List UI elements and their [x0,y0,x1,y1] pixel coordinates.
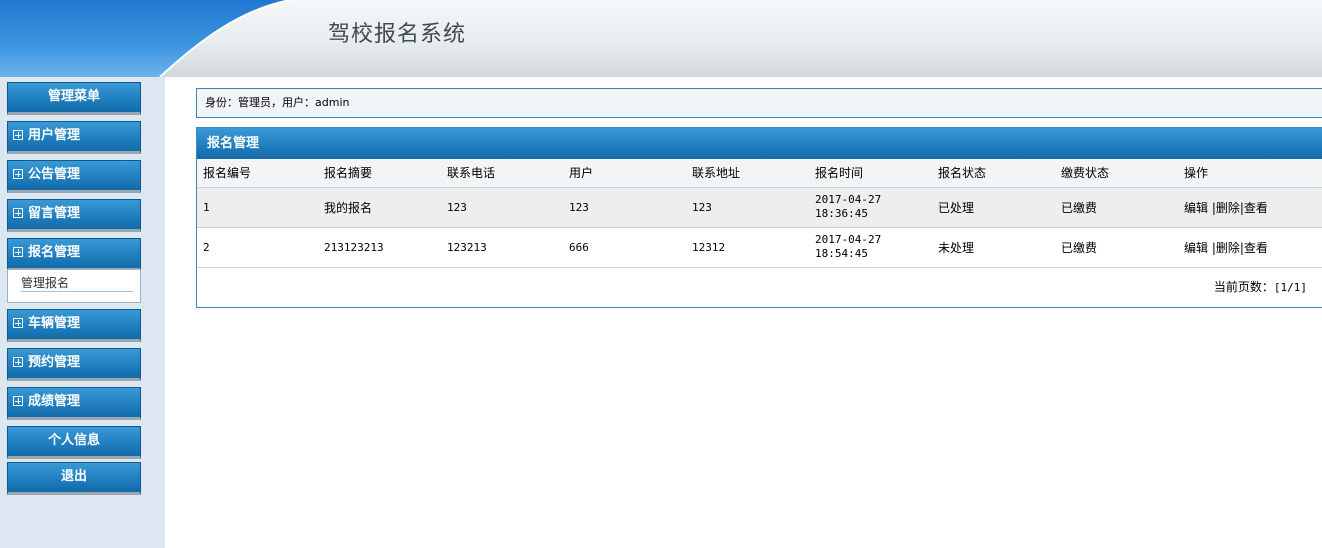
registration-panel: 报名管理 报名编号 报名摘要 联系电话 用户 联系地址 报名时间 报名状态 缴费… [196,127,1322,308]
sidebar-item-appointments[interactable]: 预约管理 [7,348,141,381]
expand-plus-icon [13,318,23,328]
menu-title-button[interactable]: 管理菜单 [7,82,141,115]
column-header: 报名状态 [932,159,1055,188]
sidebar-item-label: 成绩管理 [28,394,81,409]
cell-summary: 我的报名 [318,187,441,228]
sidebar-subitem-manage-registrations[interactable]: 管理报名 [21,274,133,292]
delete-link[interactable]: |删除 [1212,241,1240,255]
sidebar-item-label: 车辆管理 [28,316,81,331]
registration-table: 报名编号 报名摘要 联系电话 用户 联系地址 报名时间 报名状态 缴费状态 操作… [197,159,1322,268]
pager-label: 当前页数： [1213,280,1274,294]
expand-plus-icon [13,130,23,140]
cell-payment: 已缴费 [1055,227,1178,268]
cell-status: 未处理 [932,227,1055,268]
cell-summary: 213123213 [318,227,441,268]
cell-time: 2017-04-27 18:36:45 [809,187,932,228]
expand-plus-icon [13,396,23,406]
expand-plus-icon [13,247,23,257]
sidebar-item-label: 公告管理 [28,167,81,182]
expand-plus-icon [13,208,23,218]
table-row: 2 213123213 123213 666 12312 2017-04-27 … [197,227,1322,268]
sidebar-submenu-registrations: 管理报名 [7,269,141,303]
column-header: 操作 [1178,159,1322,188]
sidebar-item-label: 预约管理 [28,355,81,370]
cell-time: 2017-04-27 18:54:45 [809,227,932,268]
cell-status: 已处理 [932,187,1055,228]
expand-plus-icon [13,169,23,179]
column-header: 缴费状态 [1055,159,1178,188]
cell-address: 123 [686,187,809,228]
identity-bar: 身份：管理员，用户：admin [196,88,1322,118]
sidebar-item-label: 报名管理 [28,245,81,260]
cell-actions: 编辑 |删除|查看 [1178,187,1322,228]
sidebar-item-messages[interactable]: 留言管理 [7,199,141,232]
cell-time-line: 18:54:45 [815,247,868,260]
sidebar-item-label: 用户管理 [28,128,81,143]
sidebar-item-vehicles[interactable]: 车辆管理 [7,309,141,342]
table-row: 1 我的报名 123 123 123 2017-04-27 18:36:45 已… [197,187,1322,228]
cell-address: 12312 [686,227,809,268]
view-link[interactable]: |查看 [1240,201,1268,215]
cell-actions: 编辑 |删除|查看 [1178,227,1322,268]
expand-plus-icon [13,357,23,367]
column-header: 联系地址 [686,159,809,188]
cell-date-line: 2017-04-27 [815,193,882,206]
app-header: 驾校报名系统 [0,0,1322,77]
sidebar-item-users[interactable]: 用户管理 [7,121,141,154]
cell-id: 2 [197,227,318,268]
table-header-row: 报名编号 报名摘要 联系电话 用户 联系地址 报名时间 报名状态 缴费状态 操作 [197,159,1322,188]
personal-info-button[interactable]: 个人信息 [7,426,141,459]
column-header: 报名摘要 [318,159,441,188]
sidebar-item-scores[interactable]: 成绩管理 [7,387,141,420]
delete-link[interactable]: |删除 [1212,201,1240,215]
header-swoosh-graphic [0,0,291,77]
sidebar: 管理菜单 用户管理 公告管理 留言管理 报名管理 管理报名 车辆管理 预约管理 … [0,77,165,548]
column-header: 报名编号 [197,159,318,188]
cell-phone: 123 [441,187,563,228]
cell-phone: 123213 [441,227,563,268]
cell-date-line: 2017-04-27 [815,233,882,246]
sidebar-item-announcements[interactable]: 公告管理 [7,160,141,193]
app-title: 驾校报名系统 [328,22,467,47]
sidebar-item-label: 留言管理 [28,206,81,221]
cell-id: 1 [197,187,318,228]
pager-value: [1/1] [1273,281,1307,294]
column-header: 报名时间 [809,159,932,188]
panel-title: 报名管理 [197,128,1322,159]
pager: 当前页数：[1/1] [1214,278,1307,295]
sidebar-item-registrations[interactable]: 报名管理 [7,238,141,271]
cell-user: 666 [563,227,686,268]
edit-link[interactable]: 编辑 [1184,241,1208,255]
logout-button[interactable]: 退出 [7,462,141,495]
cell-payment: 已缴费 [1055,187,1178,228]
column-header: 用户 [563,159,686,188]
edit-link[interactable]: 编辑 [1184,201,1208,215]
cell-user: 123 [563,187,686,228]
column-header: 联系电话 [441,159,563,188]
view-link[interactable]: |查看 [1240,241,1268,255]
cell-time-line: 18:36:45 [815,207,868,220]
